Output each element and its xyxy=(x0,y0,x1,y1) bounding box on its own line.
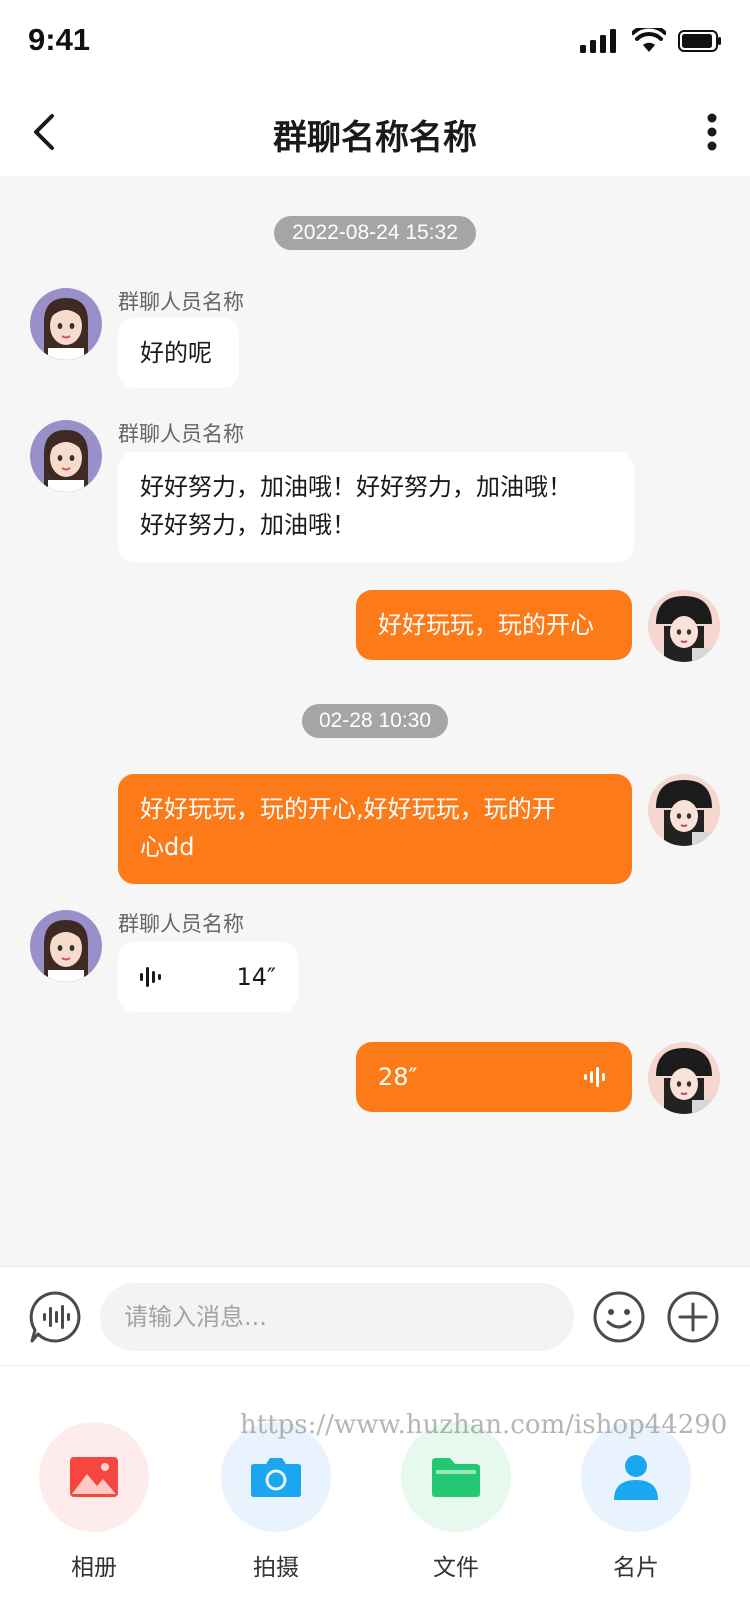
chat-area[interactable]: 2022-08-24 15:32 群聊人员名称 好的呢 群聊人员名称 好好努力，… xyxy=(0,176,750,1266)
attachment-panel: 相册 拍摄 文件 名片 https://www.huzhan.com/ishop… xyxy=(0,1366,750,1624)
sender-name: 群聊人员名称 xyxy=(118,290,244,314)
sender-name: 群聊人员名称 xyxy=(118,422,244,446)
tool-album[interactable]: 相册 xyxy=(38,1422,150,1582)
message-bubble-incoming[interactable]: 好好努力，加油哦！好好努力，加油哦！ 好好努力，加油哦！ xyxy=(118,452,634,562)
tool-label: 文件 xyxy=(433,1555,479,1581)
battery-icon xyxy=(678,30,721,52)
message-text: 好好玩玩，玩的开心 xyxy=(378,611,594,639)
voice-duration: 14″ xyxy=(236,963,276,991)
voice-chat-icon xyxy=(29,1291,81,1343)
signal-icon xyxy=(580,29,616,53)
message-bubble-incoming[interactable]: 好的呢 xyxy=(118,318,239,388)
timestamp-chip: 2022-08-24 15:32 xyxy=(274,216,476,250)
watermark-text: https://www.huzhan.com/ishop44290 xyxy=(240,1410,728,1440)
message-bubble-outgoing[interactable]: 好好玩玩，玩的开心,好好玩玩，玩的开 心dd xyxy=(118,774,632,884)
timestamp-chip: 02-28 10:30 xyxy=(302,704,448,738)
tool-contact-card[interactable]: 名片 xyxy=(580,1422,692,1582)
camera-icon xyxy=(251,1458,301,1497)
status-icons xyxy=(580,28,722,54)
more-actions-button[interactable] xyxy=(666,1290,720,1344)
voice-message-incoming[interactable]: 14″ xyxy=(118,942,298,1012)
message-text-line: 好好努力，加油哦！好好努力，加油哦！ xyxy=(140,473,572,501)
more-button[interactable] xyxy=(692,108,732,156)
contact-card-icon xyxy=(614,1455,658,1500)
voice-duration: 28″ xyxy=(378,1063,418,1091)
avatar[interactable] xyxy=(30,420,102,492)
voice-wave-icon xyxy=(140,967,161,987)
nav-bar: 群聊名称名称 xyxy=(0,88,750,176)
status-bar: 9:41 xyxy=(0,0,750,88)
voice-input-button[interactable] xyxy=(28,1290,82,1344)
wifi-icon xyxy=(632,28,666,52)
avatar[interactable] xyxy=(30,288,102,360)
tool-label: 名片 xyxy=(613,1555,659,1581)
message-text-line: 心dd xyxy=(140,833,195,861)
emoji-button[interactable] xyxy=(592,1290,646,1344)
sender-name: 群聊人员名称 xyxy=(118,912,244,936)
message-text-line: 好好玩玩，玩的开心,好好玩玩，玩的开 xyxy=(140,795,556,823)
image-icon xyxy=(70,1457,118,1497)
tool-label: 拍摄 xyxy=(253,1555,299,1581)
plus-icon xyxy=(667,1291,719,1343)
avatar[interactable] xyxy=(30,910,102,982)
status-time: 9:41 xyxy=(28,22,91,57)
page-title: 群聊名称名称 xyxy=(273,118,477,158)
message-input[interactable] xyxy=(100,1283,574,1351)
avatar[interactable] xyxy=(648,590,720,662)
message-text-line: 好好努力，加油哦！ xyxy=(140,511,356,539)
tool-file[interactable]: 文件 xyxy=(400,1422,512,1582)
voice-wave-icon xyxy=(584,1067,605,1087)
voice-message-outgoing[interactable]: 28″ xyxy=(356,1042,632,1112)
smile-icon xyxy=(593,1291,645,1343)
more-vertical-icon xyxy=(707,113,717,151)
avatar[interactable] xyxy=(648,1042,720,1114)
tool-camera[interactable]: 拍摄 xyxy=(220,1422,332,1582)
input-bar xyxy=(0,1266,750,1366)
message-text: 好的呢 xyxy=(140,339,212,367)
tool-label: 相册 xyxy=(71,1555,117,1581)
message-bubble-outgoing[interactable]: 好好玩玩，玩的开心 xyxy=(356,590,632,660)
folder-icon xyxy=(432,1458,480,1497)
avatar[interactable] xyxy=(648,774,720,846)
